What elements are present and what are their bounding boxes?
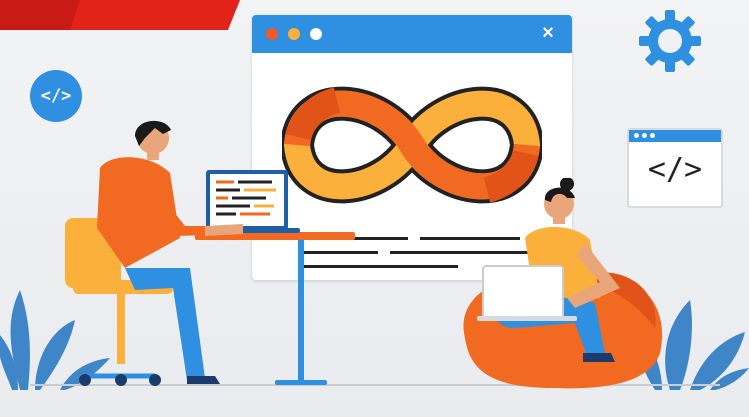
code-window-titlebar bbox=[629, 130, 721, 142]
devops-illustration: </> </> × bbox=[0, 0, 749, 417]
window-dot-red bbox=[266, 28, 278, 40]
browser-titlebar: × bbox=[252, 15, 572, 53]
code-badge-label: </> bbox=[40, 86, 72, 106]
desk-foot bbox=[275, 380, 327, 385]
window-dot-yellow bbox=[288, 28, 300, 40]
desk-leg bbox=[298, 240, 304, 385]
developer-man-figure bbox=[65, 120, 243, 386]
code-badge: </> bbox=[30, 70, 82, 122]
window-dot-white bbox=[310, 28, 322, 40]
close-icon[interactable]: × bbox=[536, 21, 560, 45]
red-corner-ribbon bbox=[0, 0, 240, 30]
text-line bbox=[298, 251, 378, 254]
text-line bbox=[298, 265, 458, 268]
gear-icon bbox=[639, 10, 701, 72]
developer-woman-figure bbox=[463, 178, 663, 389]
